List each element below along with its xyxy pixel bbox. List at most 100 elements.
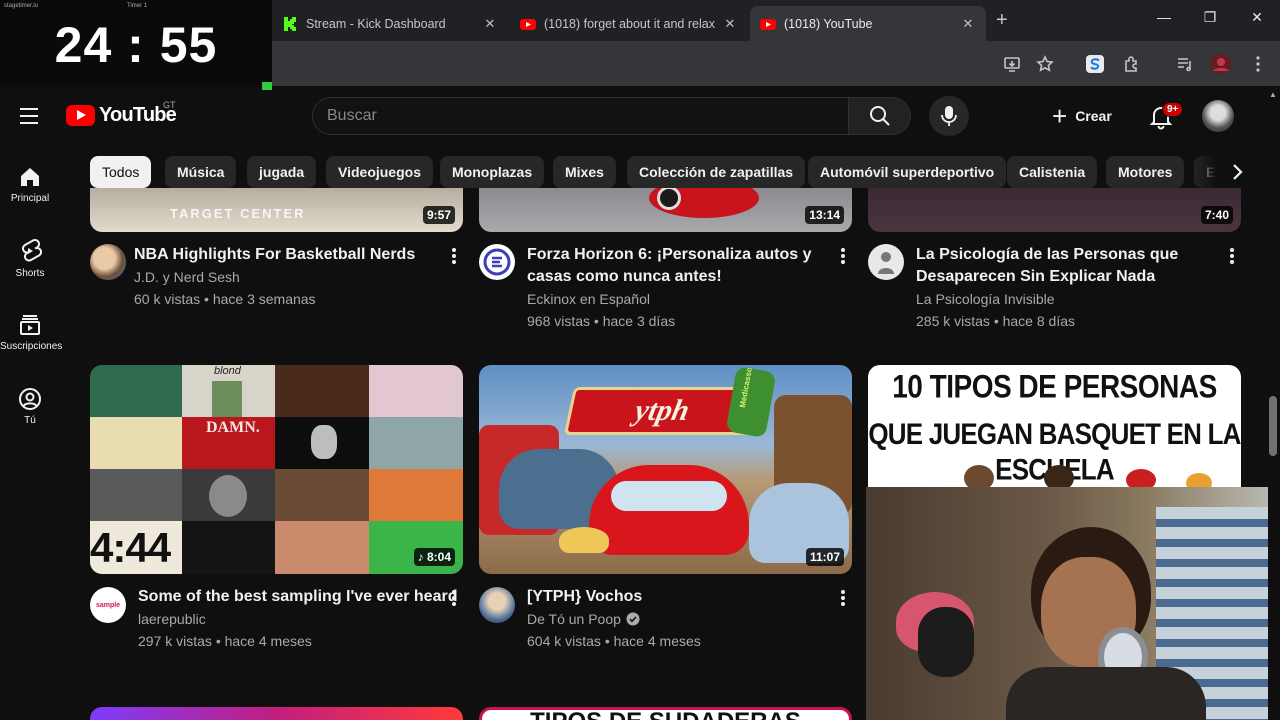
channel-avatar[interactable] [479, 587, 515, 623]
chip-musica[interactable]: Música [165, 156, 237, 188]
video-title[interactable]: La Psicología de las Personas que Desapa… [916, 244, 1178, 288]
verified-check-icon [626, 612, 640, 626]
home-icon [21, 168, 39, 186]
chip-monoplazas[interactable]: Monoplazas [440, 156, 545, 188]
video-title[interactable]: Some of the best sampling I've ever hear… [138, 586, 457, 608]
voice-search-button[interactable] [929, 96, 969, 136]
album-tile [275, 469, 369, 521]
video-thumbnail[interactable]: TIPOS DE SUDADERAS [479, 707, 852, 720]
video-thumbnail[interactable]: ytph Medicasso 11:07 [479, 365, 852, 574]
chip-videojuegos[interactable]: Videojuegos [326, 156, 433, 188]
country-code: GT [163, 100, 176, 110]
video-thumbnail[interactable]: 10 TIPOS DE PERSONAS QUE JUEGAN BASQUET … [868, 365, 1241, 487]
sidebar-item-principal[interactable]: Principal [0, 165, 60, 204]
maximize-button[interactable]: ❐ [1198, 9, 1222, 26]
scrollbar-thumb[interactable] [1269, 396, 1277, 456]
channel-avatar[interactable] [868, 244, 904, 280]
video-title[interactable]: NBA Highlights For Basketball Nerds [134, 244, 415, 266]
thumbnail-face [1044, 465, 1074, 487]
chip-calistenia[interactable]: Calistenia [1007, 156, 1098, 188]
tab-forget-about-it[interactable]: (1018) forget about it and relax ✕ [510, 6, 748, 41]
install-app-icon[interactable] [1000, 52, 1024, 76]
channel-avatar[interactable] [90, 244, 126, 280]
bookmark-star-icon[interactable] [1033, 52, 1057, 76]
browser-menu-icon[interactable] [1246, 52, 1270, 76]
sidebar-item-tu[interactable]: Tú [0, 387, 60, 426]
video-thumbnail[interactable]: 13:14 [479, 188, 852, 232]
minimize-button[interactable]: — [1152, 9, 1176, 25]
webcam-microphone [918, 607, 974, 677]
chip-todos[interactable]: Todos [90, 156, 152, 188]
ytph-logo-text: ytph [631, 394, 693, 427]
video-thumbnail[interactable]: blond DAMN. 4:44 ♪ 8:04 [90, 365, 463, 574]
more-actions-icon[interactable] [1226, 246, 1238, 266]
guide-menu-icon[interactable] [18, 106, 42, 131]
duration-value: 8:04 [426, 550, 451, 564]
channel-name[interactable]: La Psicología Invisible [916, 288, 1055, 310]
video-thumbnail[interactable]: 7:40 [868, 188, 1241, 232]
channel-name[interactable]: Eckinox en Español [527, 288, 650, 310]
video-thumbnail[interactable]: TARGET CENTER 9:57 [90, 188, 463, 232]
account-avatar[interactable] [1202, 100, 1234, 132]
stream-timer-overlay: stagetimer.io Timer 1 24 : 55 [0, 0, 272, 87]
channel-name[interactable]: De Tó un Poop [527, 608, 640, 630]
sidebar-item-label: Suscripciones [0, 341, 63, 352]
subscriptions-icon [20, 315, 40, 335]
album-tile [90, 365, 182, 417]
thumbnail-can-text: Medicasso [737, 366, 754, 409]
close-tab-icon[interactable]: ✕ [960, 16, 976, 32]
tab-kick-dashboard[interactable]: Stream - Kick Dashboard ✕ [272, 6, 508, 41]
chips-next-button[interactable] [1221, 156, 1253, 188]
video-title-line: casas como nunca antes! [527, 268, 722, 285]
scroll-up-arrow-icon[interactable]: ▲ [1269, 90, 1277, 99]
chip-motores[interactable]: Motores [1106, 156, 1185, 188]
tab-title: Stream - Kick Dashboard [306, 16, 446, 31]
more-actions-icon[interactable] [837, 246, 849, 266]
channel-name[interactable]: J.D. y Nerd Sesh [134, 266, 240, 288]
profile-avatar-icon[interactable] [1209, 52, 1233, 76]
music-note-icon: ♪ [417, 550, 427, 564]
youtube-logo[interactable]: YouTube [66, 104, 177, 127]
video-duration: 13:14 [805, 206, 844, 224]
more-actions-icon[interactable] [448, 246, 460, 266]
thumbnail-text: TARGET CENTER [170, 206, 306, 221]
channel-avatar[interactable]: sample [90, 587, 126, 623]
sidebar-item-suscripciones[interactable]: Suscripciones [0, 313, 63, 352]
album-tile [90, 417, 182, 469]
chip-jugada[interactable]: jugada [247, 156, 317, 188]
channel-avatar[interactable] [479, 244, 515, 280]
chip-coleccion-zapatillas[interactable]: Colección de zapatillas [627, 156, 806, 188]
create-button[interactable]: + Crear [1044, 98, 1126, 134]
chip-mixes[interactable]: Mixes [553, 156, 616, 188]
channel-name[interactable]: laerepublic [138, 608, 206, 630]
media-queue-icon[interactable] [1173, 52, 1197, 76]
chip-automovil-superdeportivo[interactable]: Automóvil superdeportivo [808, 156, 1007, 188]
extension-s-icon[interactable] [1083, 52, 1107, 76]
thumbnail-headline: TIPOS DE SUDADERAS [482, 710, 849, 720]
video-duration: 7:40 [1200, 206, 1233, 224]
album-tile [275, 417, 369, 469]
close-window-button[interactable]: ✕ [1245, 9, 1269, 26]
eckinox-logo-icon [483, 248, 511, 276]
video-title[interactable]: [YTPH} Vochos [527, 586, 642, 608]
kick-favicon-icon [282, 16, 298, 32]
close-tab-icon[interactable]: ✕ [482, 16, 498, 32]
sidebar-item-label: Tú [24, 415, 36, 426]
album-tile-text: 4:44 [90, 524, 171, 571]
more-actions-icon[interactable] [448, 588, 460, 608]
search-button[interactable] [849, 97, 911, 135]
video-stats: 604 k vistas • hace 4 meses [527, 633, 701, 649]
video-thumbnail[interactable] [90, 707, 463, 720]
tab-youtube[interactable]: (1018) YouTube ✕ [750, 6, 986, 41]
search-input[interactable] [327, 98, 827, 134]
search-box [312, 97, 849, 135]
close-tab-icon[interactable]: ✕ [722, 16, 738, 32]
plus-icon: + [1052, 101, 1068, 131]
sidebar-item-shorts[interactable]: Shorts [0, 238, 60, 279]
video-stats: 60 k vistas • hace 3 semanas [134, 291, 316, 307]
timer-progress-marker [262, 82, 272, 90]
video-title[interactable]: Forza Horizon 6: ¡Personaliza autos y ca… [527, 244, 812, 288]
new-tab-button[interactable]: + [996, 9, 1008, 32]
extensions-puzzle-icon[interactable] [1120, 52, 1144, 76]
more-actions-icon[interactable] [837, 588, 849, 608]
